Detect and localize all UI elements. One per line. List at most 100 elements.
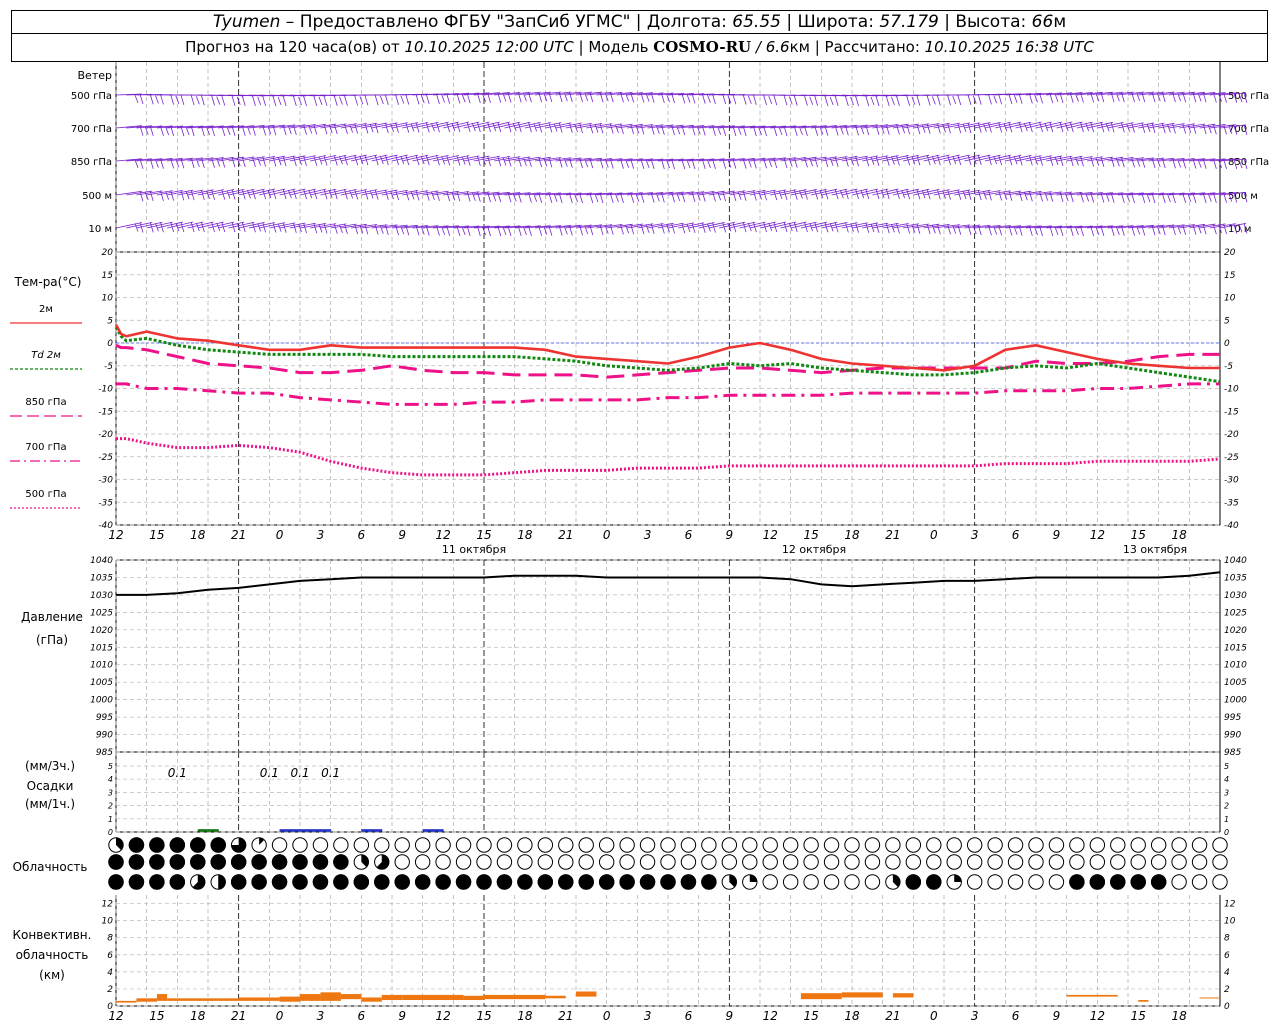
- temp-axis-hour-label: 9: [726, 528, 734, 542]
- cloud-circle: [1171, 874, 1187, 890]
- cloud-circle: [394, 837, 410, 853]
- cloud-cover-symbol: [701, 854, 717, 870]
- cloud-fill: [251, 854, 267, 870]
- wind-barb-feather: [742, 94, 747, 105]
- cloud-fill: [333, 854, 349, 870]
- wind-barb-feather: [451, 122, 456, 132]
- cloud-cover-symbol: [1007, 874, 1024, 890]
- temp-tick-left: 0: [107, 339, 113, 349]
- wind-barb-feather: [855, 95, 859, 107]
- cloud-fill: [169, 854, 186, 870]
- wind-barb-feather: [804, 95, 808, 106]
- wind-barb-feather: [926, 95, 931, 106]
- cloud-cover-symbol: [128, 874, 145, 890]
- cloud-circle: [864, 854, 881, 870]
- cloud-circle: [1089, 854, 1106, 870]
- cloud-circle: [353, 837, 370, 853]
- wind-barb-feather: [431, 123, 435, 132]
- wind-barb-feather: [487, 155, 491, 167]
- cloud-circle: [721, 837, 738, 853]
- wind-barb-feather: [241, 95, 246, 106]
- wind-barb-feather: [814, 95, 819, 106]
- cloud-cover-symbol: [190, 854, 206, 870]
- wind-barb-feather: [221, 95, 226, 106]
- cloud-cover-symbol: [926, 874, 942, 890]
- day-label: 11 октября: [442, 543, 506, 556]
- cloud-fill: [333, 874, 349, 890]
- cloud-circle: [1150, 837, 1167, 853]
- cloud-cover-symbol: [210, 837, 226, 853]
- wind-barb-feather: [839, 189, 844, 199]
- cloud-circle: [1007, 837, 1024, 853]
- cloud-cover-symbol: [230, 854, 247, 870]
- cloud-cover-symbol: [230, 837, 247, 853]
- cloud-circle: [1028, 854, 1044, 870]
- cloud-cover-symbol: [292, 854, 308, 870]
- cloud-circle: [374, 837, 390, 853]
- wind-barb-feather: [466, 155, 471, 166]
- cloud-fill: [926, 874, 942, 890]
- cloud-cover-symbol: [639, 854, 656, 870]
- cloud-circle: [558, 854, 574, 870]
- conv-tick-right: 8: [1224, 934, 1230, 944]
- conv-axis-hour-label: 12: [435, 1009, 450, 1023]
- cloud-circle: [394, 854, 410, 870]
- cloud-cover-symbol: [496, 874, 513, 890]
- cloud-circle: [496, 854, 513, 870]
- cloud-circle: [476, 854, 492, 870]
- cloud-cover-symbol: [885, 837, 901, 853]
- cloud-cover-symbol: [353, 837, 370, 853]
- pressure-unit: (гПа): [36, 633, 68, 647]
- wind-barb-feather: [415, 94, 420, 105]
- cloud-circle: [803, 854, 819, 870]
- wind-barb-feather: [558, 122, 563, 133]
- wind-title: Ветер: [78, 69, 112, 82]
- conv-axis-hour-label: 15: [149, 1009, 164, 1023]
- cloud-cover-symbol: [1150, 874, 1167, 890]
- cloud-cover-symbol: [271, 837, 288, 853]
- cloud-circle: [1191, 874, 1208, 890]
- cloud-cover-symbol: [660, 874, 676, 890]
- cloud-circle: [1110, 854, 1126, 870]
- wind-level-label-left: 10 м: [89, 224, 112, 235]
- wind-barb-feather: [231, 95, 236, 106]
- cloud-cover-symbol: [1191, 874, 1208, 890]
- cloud-cover-symbol: [926, 854, 942, 870]
- wind-barb-feather: [952, 155, 957, 165]
- conv-axis-hour-label: 15: [803, 1009, 818, 1023]
- cloud-cover-symbol: [210, 874, 226, 890]
- precip-bar: [310, 829, 321, 832]
- cloud-title: Облачность: [13, 860, 88, 874]
- wind-barb-feather: [1059, 155, 1064, 167]
- cloud-cover-symbol: [721, 837, 738, 853]
- conv-axis-hour-label: 3: [644, 1009, 652, 1023]
- precip-unit-1h: (мм/1ч.): [25, 797, 75, 811]
- wind-barb-feather: [272, 95, 277, 107]
- conv-cloud-bar: [340, 994, 362, 1000]
- conv-axis-hour-label: 21: [231, 1009, 246, 1023]
- cloud-cover-symbol: [414, 837, 431, 853]
- temp-tick-left: 20: [102, 248, 114, 258]
- pressure-tick-right: 1010: [1224, 661, 1247, 671]
- pressure-tick-left: 990: [96, 731, 113, 741]
- precip-amount-label: 0.1: [290, 766, 309, 780]
- wind-barb-feather: [277, 96, 282, 106]
- cloud-cover-symbol: [1069, 854, 1085, 870]
- cloud-cover-symbol: [987, 854, 1003, 870]
- temp-axis-hour-label: 18: [517, 528, 533, 542]
- conv-cloud-bar: [1199, 997, 1220, 999]
- cloud-circle: [1069, 837, 1085, 853]
- wind-barb-feather: [936, 95, 941, 106]
- wind-barb-feather: [292, 95, 297, 107]
- wind-barb-feather: [875, 95, 880, 107]
- wind-barb-feather: [885, 95, 890, 107]
- cloud-fill: [128, 874, 145, 890]
- conv-cloud-bar: [800, 993, 842, 1000]
- cloud-circle: [660, 837, 676, 853]
- cloud-cover-symbol: [742, 874, 758, 890]
- cloud-cover-symbol: [312, 874, 329, 890]
- wind-barb-feather: [200, 95, 205, 106]
- cloud-cover-symbol: [701, 837, 717, 853]
- wind-barb-feather: [313, 95, 318, 107]
- cloud-cover-symbol: [169, 854, 186, 870]
